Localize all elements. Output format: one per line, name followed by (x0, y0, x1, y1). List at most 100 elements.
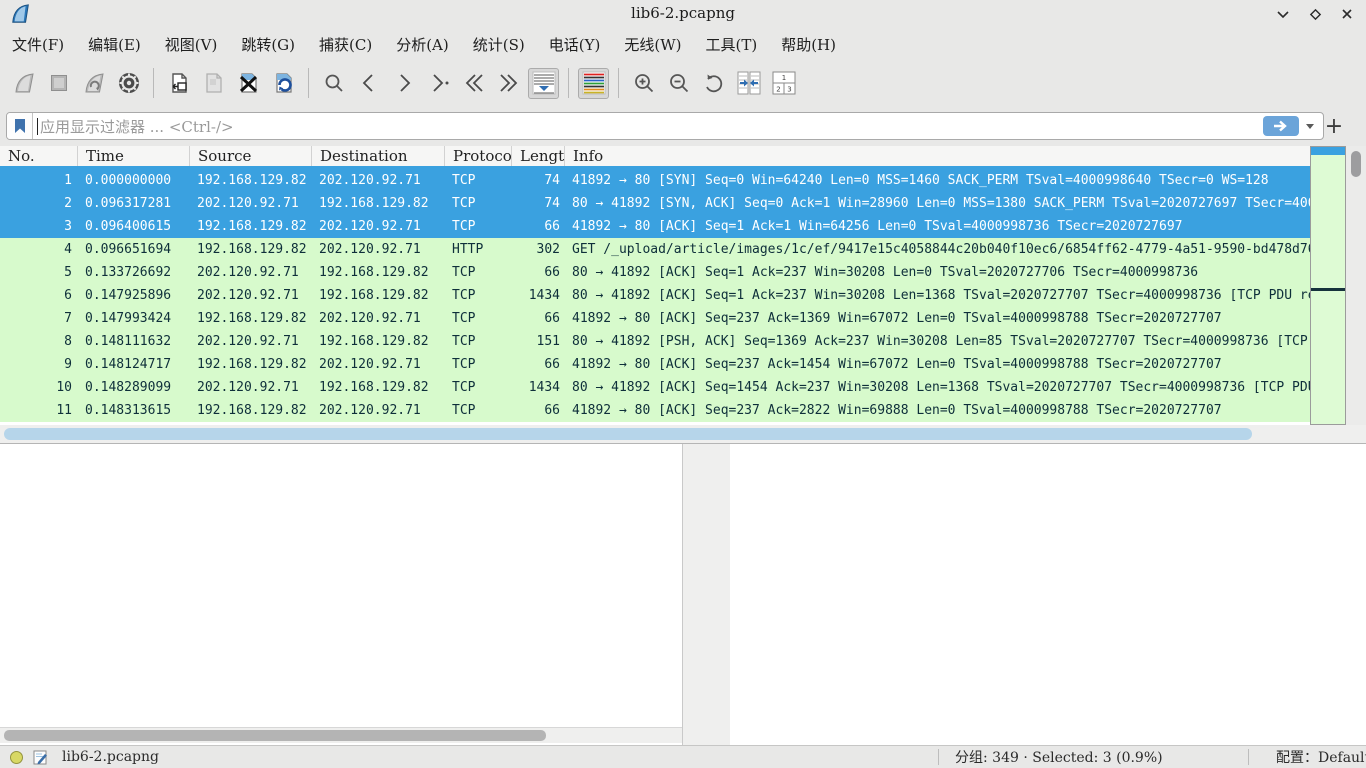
save-file-button[interactable] (198, 68, 229, 99)
reset-zoom-icon (702, 71, 726, 95)
packet-list-horizontal-scrollbar[interactable] (0, 425, 1366, 443)
toolbar-separator (308, 68, 309, 98)
arrow-right-icon (1272, 120, 1290, 132)
zoom-out-button[interactable] (663, 68, 694, 99)
menu-item[interactable]: 电话(Y) (547, 32, 603, 57)
capture-comment-icon[interactable] (33, 750, 48, 765)
next-packet-button[interactable] (388, 68, 419, 99)
start-capture-button[interactable] (8, 68, 39, 99)
stop-square-icon (47, 71, 71, 95)
packet-details-pane[interactable] (0, 444, 683, 746)
status-separator (1248, 749, 1249, 765)
menu-item[interactable]: 文件(F) (10, 32, 66, 57)
previous-packet-button[interactable] (353, 68, 384, 99)
status-file-name[interactable]: lib6-2.pcapng (62, 749, 159, 765)
close-file-icon (237, 71, 261, 95)
shark-fin-icon (12, 71, 36, 95)
packet-list-vertical-scrollbar[interactable] (1346, 146, 1366, 441)
add-filter-button[interactable]: + (1322, 112, 1346, 140)
window-title: lib6-2.pcapng (0, 4, 1366, 22)
colorize-icon (581, 70, 607, 96)
scrollbar-thumb[interactable] (4, 428, 1252, 440)
packet-row[interactable]: 9 0.148124717 192.168.129.82 202.120.92.… (0, 353, 1310, 376)
diamond-icon (1309, 8, 1322, 21)
filter-bar: 应用显示过滤器 ... <Ctrl-/> + (0, 106, 1366, 146)
packet-row[interactable]: 2 0.096317281 202.120.92.71 192.168.129.… (0, 192, 1310, 215)
packet-row[interactable]: 1 0.000000000 192.168.129.82 202.120.92.… (0, 169, 1310, 192)
restart-fin-icon (82, 71, 106, 95)
menu-item[interactable]: 工具(T) (703, 32, 759, 57)
packet-row[interactable]: 7 0.147993424 192.168.129.82 202.120.92.… (0, 307, 1310, 330)
details-horizontal-scrollbar[interactable] (0, 727, 682, 743)
layout-icon: 1 2 3 (771, 70, 797, 96)
find-packet-button[interactable] (318, 68, 349, 99)
packet-row[interactable]: 5 0.133726692 202.120.92.71 192.168.129.… (0, 261, 1310, 284)
menu-item[interactable]: 捕获(C) (317, 32, 374, 57)
menu-item[interactable]: 帮助(H) (779, 32, 838, 57)
packet-rows: 1 0.000000000 192.168.129.82 202.120.92.… (0, 169, 1310, 422)
status-packet-counts: 分组: 349 · Selected: 3 (0.9%) (955, 747, 1163, 767)
packet-row[interactable]: 8 0.148111632 202.120.92.71 192.168.129.… (0, 330, 1310, 353)
restart-capture-button[interactable] (78, 68, 109, 99)
zoom-in-icon (632, 71, 656, 95)
menu-item[interactable]: 无线(W) (622, 32, 683, 57)
column-header-length[interactable]: Length (512, 146, 565, 166)
apply-filter-button[interactable] (1263, 116, 1299, 136)
packet-row[interactable]: 4 0.096651694 192.168.129.82 202.120.92.… (0, 238, 1310, 261)
menu-item[interactable]: 视图(V) (163, 32, 220, 57)
packet-row[interactable]: 6 0.147925896 202.120.92.71 192.168.129.… (0, 284, 1310, 307)
filter-bookmark-button[interactable] (7, 113, 33, 139)
first-packet-button[interactable] (458, 68, 489, 99)
column-header-time[interactable]: Time (78, 146, 190, 166)
double-chevron-right-icon (497, 72, 521, 94)
column-header-source[interactable]: Source (190, 146, 312, 166)
packet-row[interactable]: 10 0.148289099 202.120.92.71 192.168.129… (0, 376, 1310, 399)
filter-dropdown-button[interactable] (1301, 113, 1319, 139)
double-chevron-left-icon (462, 72, 486, 94)
resize-columns-button[interactable] (733, 68, 764, 99)
toolbar-separator (618, 68, 619, 98)
menu-item[interactable]: 编辑(E) (86, 32, 143, 57)
stop-capture-button[interactable] (43, 68, 74, 99)
scrollbar-thumb[interactable] (4, 730, 546, 741)
column-header-info[interactable]: Info (565, 146, 1310, 166)
menu-item[interactable]: 跳转(G) (239, 32, 297, 57)
auto-scroll-button[interactable] (528, 68, 559, 99)
maximize-button[interactable] (1304, 4, 1326, 24)
packet-list: No. Time Source Destination Protocol Len… (0, 146, 1310, 425)
scrollbar-thumb[interactable] (1351, 151, 1361, 177)
menu-item[interactable]: 统计(S) (471, 32, 527, 57)
filter-placeholder: 应用显示过滤器 ... <Ctrl-/> (40, 116, 234, 137)
gear-icon (116, 70, 142, 96)
open-file-button[interactable] (163, 68, 194, 99)
intelligent-scrollbar-minimap[interactable] (1310, 146, 1346, 425)
column-header-no[interactable]: No. (0, 146, 78, 166)
zoom-original-button[interactable] (698, 68, 729, 99)
go-to-packet-button[interactable] (423, 68, 454, 99)
display-filter-input[interactable]: 应用显示过滤器 ... <Ctrl-/> (6, 112, 1324, 140)
menu-item[interactable]: 分析(A) (394, 32, 451, 57)
close-file-button[interactable] (233, 68, 264, 99)
last-packet-button[interactable] (493, 68, 524, 99)
packet-bytes-pane[interactable] (730, 444, 1366, 746)
reload-file-button[interactable] (268, 68, 299, 99)
search-icon (322, 71, 346, 95)
svg-text:2: 2 (776, 86, 780, 94)
minimize-button[interactable] (1272, 4, 1294, 24)
capture-options-button[interactable] (113, 68, 144, 99)
filter-text-area[interactable]: 应用显示过滤器 ... <Ctrl-/> (33, 113, 1263, 139)
expert-info-icon[interactable] (10, 751, 23, 764)
zoom-in-button[interactable] (628, 68, 659, 99)
close-button[interactable] (1336, 4, 1358, 24)
colorize-button[interactable] (578, 68, 609, 99)
column-header-protocol[interactable]: Protocol (445, 146, 512, 166)
layout-button[interactable]: 1 2 3 (768, 68, 799, 99)
status-profile[interactable]: 配置：Default (1276, 747, 1366, 767)
column-header-destination[interactable]: Destination (312, 146, 445, 166)
chevron-right-dot-icon (427, 72, 451, 94)
packet-row[interactable]: 3 0.096400615 192.168.129.82 202.120.92.… (0, 215, 1310, 238)
toolbar-separator (153, 68, 154, 98)
packet-row[interactable]: 11 0.148313615 192.168.129.82 202.120.92… (0, 399, 1310, 422)
chevron-right-icon (393, 72, 415, 94)
reload-file-icon (272, 71, 296, 95)
